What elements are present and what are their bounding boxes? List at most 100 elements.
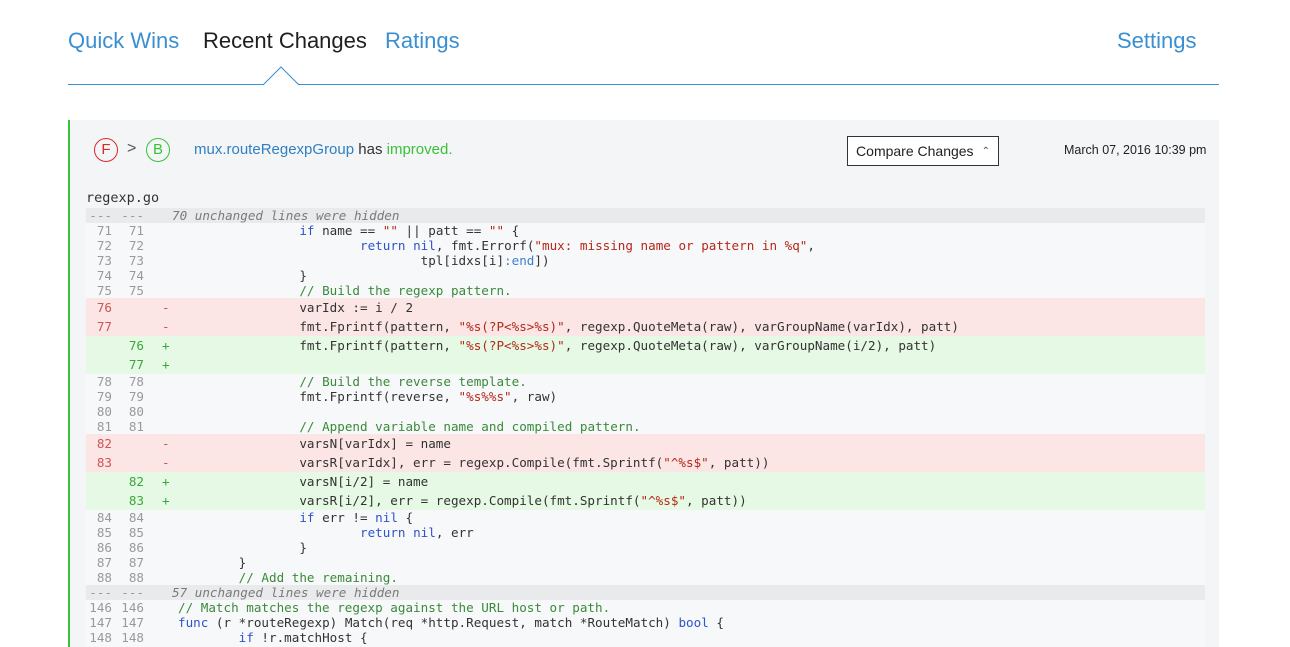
code-line: fmt.Fprintf(pattern, "%s(?P<%s>%s)", reg… bbox=[178, 317, 959, 336]
added-line-row: 82 + varsN[i/2] = name bbox=[86, 472, 1205, 491]
old-line-number: 85 bbox=[96, 525, 112, 540]
function-link[interactable]: mux.routeRegexpGroup bbox=[194, 141, 354, 158]
nav-underline bbox=[68, 84, 1219, 85]
context-line-row: 71 71 if name == "" || patt == "" { bbox=[86, 223, 1205, 238]
code-token: "%s(?P<%s>%s)" bbox=[458, 338, 565, 353]
hidden-lines-text: 57 unchanged lines were hidden bbox=[172, 585, 400, 600]
new-line-number: 148 bbox=[121, 630, 144, 645]
context-line-row: 74 74 } bbox=[86, 268, 1205, 283]
code-token: // Match matches the regexp against the … bbox=[178, 600, 611, 615]
context-line-row: 81 81 // Append variable name and compile… bbox=[86, 419, 1205, 434]
status-text: improved. bbox=[386, 141, 453, 158]
code-line: } bbox=[178, 268, 307, 283]
new-line-number: 88 bbox=[128, 570, 144, 585]
code-line: // Build the regexp pattern. bbox=[178, 283, 512, 298]
code-token: , raw) bbox=[511, 389, 558, 404]
code-token: varsR[i/2], err = regexp.Compile(fmt.Spr… bbox=[178, 493, 641, 508]
old-line-number: 146 bbox=[89, 600, 112, 615]
old-line-number: 72 bbox=[96, 238, 112, 253]
code-token: if bbox=[238, 630, 254, 645]
new-line-number: 81 bbox=[128, 419, 144, 434]
added-line-row: 83 + varsR[i/2], err = regexp.Compile(fmt… bbox=[86, 491, 1205, 510]
code-token: tpl[idxs[i] bbox=[178, 253, 505, 268]
code-token: // Add the remaining. bbox=[238, 570, 398, 585]
hidden-lines-row[interactable]: --- --- 70 unchanged lines were hidden bbox=[86, 208, 1205, 223]
code-token: varsR[varIdx], err = regexp.Compile(fmt.… bbox=[178, 455, 664, 470]
code-token: , err bbox=[435, 525, 474, 540]
tab-recent-changes[interactable]: Recent Changes bbox=[203, 28, 367, 54]
code-line: // Add the remaining. bbox=[178, 570, 398, 585]
context-line-row: 146 146 // Match matches the regexp agains… bbox=[86, 600, 1205, 615]
hidden-lines-row[interactable]: --- --- 57 unchanged lines were hidden bbox=[86, 585, 1205, 600]
context-line-row: 75 75 // Build the regexp pattern. bbox=[86, 283, 1205, 298]
old-line-number: 77 bbox=[96, 319, 112, 334]
new-line-number: 82 bbox=[128, 474, 144, 489]
code-line: if !r.matchHost { bbox=[178, 630, 368, 645]
new-line-number: 73 bbox=[128, 253, 144, 268]
code-token: { bbox=[504, 223, 520, 238]
code-line: if name == "" || patt == "" { bbox=[178, 223, 519, 238]
code-token: "mux: missing name or pattern in %q" bbox=[534, 238, 808, 253]
code-token: (r *routeRegexp) Match(req *http.Request… bbox=[208, 615, 679, 630]
settings-link[interactable]: Settings bbox=[1117, 28, 1197, 54]
new-line-number: 72 bbox=[128, 238, 144, 253]
code-token: "" bbox=[382, 223, 398, 238]
chevron-up-icon: ⌃ bbox=[981, 145, 990, 157]
code-token: "^%s$" bbox=[663, 455, 709, 470]
new-line-number: 80 bbox=[128, 404, 144, 419]
code-line: tpl[idxs[i]:end]) bbox=[178, 253, 550, 268]
old-line-number: 147 bbox=[89, 615, 112, 630]
code-token: fmt.Fprintf(reverse, bbox=[178, 389, 459, 404]
code-token: "%s%%s" bbox=[458, 389, 512, 404]
code-line: varsR[i/2], err = regexp.Compile(fmt.Spr… bbox=[178, 491, 746, 510]
code-line: varsN[varIdx] = name bbox=[178, 434, 451, 453]
tab-quick-wins[interactable]: Quick Wins bbox=[68, 28, 179, 54]
code-token: // Build the regexp pattern. bbox=[299, 283, 512, 298]
new-line-number: 83 bbox=[128, 493, 144, 508]
old-line-number: 86 bbox=[96, 540, 112, 555]
code-line: // Match matches the regexp against the … bbox=[178, 600, 610, 615]
context-line-row: 88 88 // Add the remaining. bbox=[86, 570, 1205, 585]
old-line-number: 148 bbox=[89, 630, 112, 645]
code-token: return bbox=[359, 525, 406, 540]
plus-marker: + bbox=[162, 357, 170, 372]
code-token: || patt == bbox=[397, 223, 489, 238]
context-line-row: 79 79 fmt.Fprintf(reverse, "%s%%s", raw) bbox=[86, 389, 1205, 404]
new-line-number: --- bbox=[121, 585, 144, 600]
context-line-row: 147 147 func (r *routeRegexp) Match(req *h… bbox=[86, 615, 1205, 630]
context-line-row: 80 80 bbox=[86, 404, 1205, 419]
new-line-number: 79 bbox=[128, 389, 144, 404]
old-line-number: 88 bbox=[96, 570, 112, 585]
code-token: bool bbox=[678, 615, 709, 630]
context-line-row: 86 86 } bbox=[86, 540, 1205, 555]
code-line: varIdx := i / 2 bbox=[178, 298, 413, 317]
old-line-number: 79 bbox=[96, 389, 112, 404]
change-card: F > B mux.routeRegexpGroup has improved.… bbox=[68, 120, 1219, 647]
tab-ratings[interactable]: Ratings bbox=[385, 28, 460, 54]
code-line: return nil, fmt.Errorf("mux: missing nam… bbox=[178, 238, 815, 253]
added-line-row: 77 + bbox=[86, 355, 1205, 374]
code-token: name == bbox=[314, 223, 383, 238]
code-token: , bbox=[807, 238, 815, 253]
code-token: nil bbox=[375, 510, 398, 525]
old-line-number: 84 bbox=[96, 510, 112, 525]
old-line-number: 87 bbox=[96, 555, 112, 570]
new-line-number: 84 bbox=[128, 510, 144, 525]
diff-view[interactable]: --- --- 70 unchanged lines were hidden 71 71… bbox=[86, 208, 1205, 647]
context-line-row: 148 148 if !r.matchHost { bbox=[86, 630, 1205, 645]
old-line-number: 81 bbox=[96, 419, 112, 434]
code-token: return bbox=[359, 238, 406, 253]
context-line-row: 78 78 // Build the reverse template. bbox=[86, 374, 1205, 389]
code-line: } bbox=[178, 540, 307, 555]
new-line-number: 147 bbox=[121, 615, 144, 630]
old-line-number: 82 bbox=[96, 436, 112, 451]
code-line: // Build the reverse template. bbox=[178, 374, 526, 389]
deleted-line-row: 83 - varsR[varIdx], err = regexp.Compile(… bbox=[86, 453, 1205, 472]
compare-changes-button[interactable]: Compare Changes ⌃ bbox=[847, 136, 999, 166]
